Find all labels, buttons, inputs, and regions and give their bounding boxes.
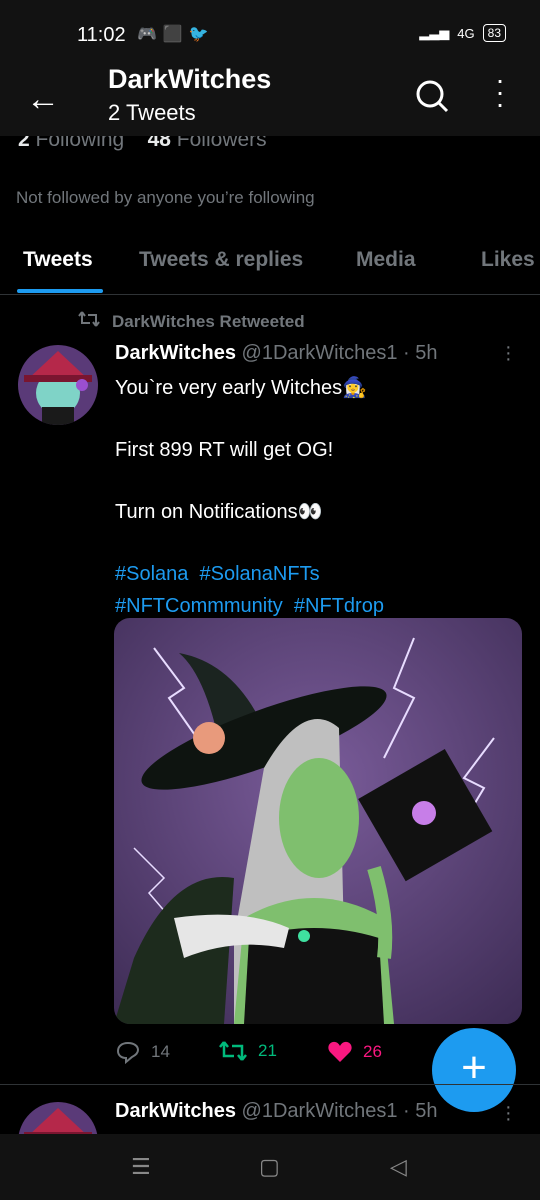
retweeted-by: DarkWitches Retweeted	[112, 311, 305, 331]
like-count: 26	[363, 1042, 382, 1061]
status-bar: 11:02 🎮 ⬛ 🐦 ▂▃▅ 4G 83	[0, 0, 540, 70]
signal-icon: ▂▃▅	[419, 25, 450, 40]
author-name[interactable]: DarkWitches	[115, 342, 236, 364]
retweet-icon	[219, 1041, 247, 1061]
avatar[interactable]	[18, 345, 98, 425]
retweet-icon	[78, 310, 100, 333]
twitter-icon: 🐦	[188, 26, 209, 43]
reply-count: 14	[151, 1042, 170, 1061]
battery-icon: 83	[482, 24, 506, 42]
followers-link[interactable]: 48 Followers	[148, 136, 267, 151]
back-icon[interactable]: ◁	[390, 1154, 407, 1180]
retweet-context: DarkWitches Retweeted	[78, 310, 305, 333]
tweet-image[interactable]	[114, 618, 522, 1024]
tab-tweets-replies[interactable]: Tweets & replies	[139, 248, 303, 272]
retweet-count: 21	[258, 1041, 277, 1060]
status-time: 11:02	[77, 24, 126, 46]
status-right: ▂▃▅ 4G 83	[419, 24, 506, 42]
notification-icons: 🎮 ⬛ 🐦	[137, 24, 209, 44]
tweet-header: DarkWitches @1DarkWitches1 · 5h	[115, 342, 437, 365]
not-followed-text: Not followed by anyone you’re following	[16, 188, 315, 207]
tweet-text: You`re very early Witches🧙‍♀️ First 899 …	[115, 372, 384, 622]
reply-button[interactable]: 14	[115, 1040, 170, 1064]
search-icon[interactable]	[414, 78, 450, 119]
follow-stats: 2 Following 48 Followers	[18, 136, 267, 154]
tab-tweets[interactable]: Tweets	[23, 248, 93, 272]
compose-tweet-button[interactable]: +	[432, 1028, 516, 1112]
active-tab-indicator	[17, 289, 103, 293]
tab-media[interactable]: Media	[356, 248, 416, 272]
more-options-icon[interactable]: · · ·	[492, 66, 508, 118]
author-handle: @1DarkWitches1 · 5h	[241, 342, 438, 364]
tweet-actions: 14 21 26	[115, 1040, 415, 1070]
author-handle: @1DarkWitches1 · 5h	[241, 1100, 438, 1122]
recents-icon[interactable]: ☰	[131, 1154, 151, 1180]
home-icon[interactable]: ▢	[259, 1154, 280, 1180]
like-button[interactable]: 26	[327, 1040, 382, 1064]
app-icon: ⬛	[162, 26, 183, 43]
network-type: 4G	[457, 25, 475, 41]
tweet-header-2: DarkWitches @1DarkWitches1 · 5h	[115, 1100, 437, 1123]
reply-icon	[116, 1041, 140, 1064]
profile-tabs: Tweets Tweets & replies Media Likes	[0, 232, 540, 295]
following-link[interactable]: 2 Following	[18, 136, 124, 151]
app-bar: ← DarkWitches 2 Tweets · · ·	[0, 64, 540, 136]
tweet-divider	[0, 1084, 540, 1085]
tab-likes[interactable]: Likes	[481, 248, 535, 272]
author-name[interactable]: DarkWitches	[115, 1100, 236, 1122]
tweet-count: 2 Tweets	[108, 100, 196, 125]
back-arrow-icon[interactable]: ←	[26, 80, 60, 119]
retweet-button[interactable]: 21	[218, 1040, 277, 1062]
tweet-line-3: Turn on Notifications👀	[115, 501, 323, 523]
tweet-menu-icon[interactable]: · · ·	[505, 337, 512, 369]
discord-icon: 🎮	[137, 26, 157, 43]
system-nav-bar: ☰ ▢ ◁	[0, 1134, 540, 1200]
heart-icon	[328, 1041, 352, 1062]
tweet-line-2: First 899 RT will get OG!	[115, 439, 334, 461]
page-title: DarkWitches	[108, 64, 272, 94]
hashtags-line-1[interactable]: #Solana #SolanaNFTs	[115, 558, 384, 590]
tweet-menu-icon[interactable]: · · ·	[505, 1097, 512, 1129]
tweet-line-1: You`re very early Witches🧙‍♀️	[115, 377, 368, 399]
